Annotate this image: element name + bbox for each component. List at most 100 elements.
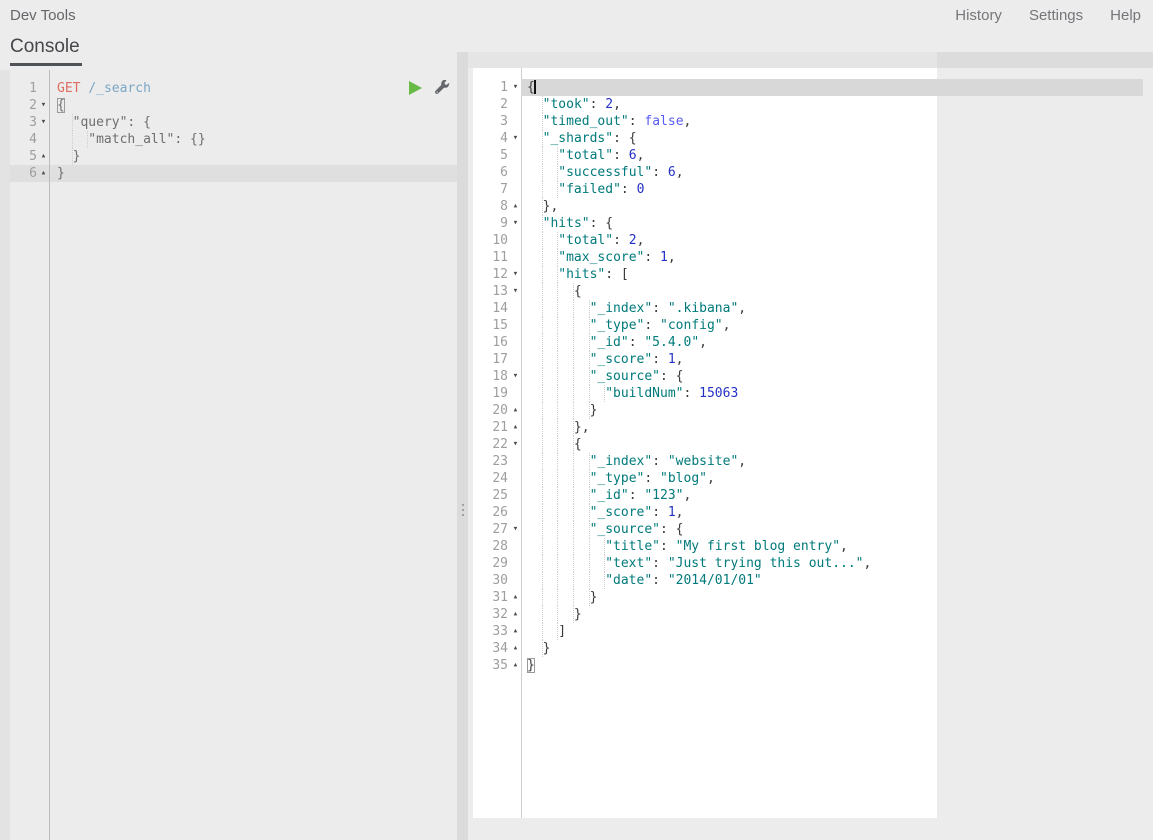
line-gutter: 14 bbox=[473, 300, 521, 317]
code-content: } bbox=[521, 402, 1143, 419]
code-token: , bbox=[699, 335, 707, 350]
line-gutter: 35▴ bbox=[473, 657, 521, 674]
indent-guide bbox=[543, 368, 559, 385]
fold-open-icon[interactable]: ▾ bbox=[38, 97, 49, 114]
indent-guide bbox=[574, 334, 590, 351]
response-header-strip-right bbox=[937, 52, 1153, 68]
code-token: , bbox=[637, 233, 645, 248]
line-gutter: 8▴ bbox=[473, 198, 521, 215]
indent-guide bbox=[574, 317, 590, 334]
send-request-button play-triangle-icon[interactable] bbox=[409, 81, 422, 95]
line-gutter: 24 bbox=[473, 470, 521, 487]
indent-guide bbox=[543, 521, 559, 538]
code-token: : bbox=[629, 335, 645, 350]
fold-open-icon[interactable]: ▾ bbox=[510, 215, 521, 232]
code-line: 32▴} bbox=[473, 606, 1143, 623]
code-content: { bbox=[49, 97, 457, 114]
line-gutter: 1▾ bbox=[473, 79, 521, 96]
code-token: "took" bbox=[543, 97, 590, 112]
code-content: "date": "2014/01/01" bbox=[521, 572, 1143, 589]
code-token: 0 bbox=[637, 182, 645, 197]
fold-close-icon[interactable]: ▴ bbox=[510, 657, 521, 674]
code-token: : { bbox=[590, 216, 613, 231]
indent-guide bbox=[574, 470, 590, 487]
code-token: "buildNum" bbox=[605, 386, 683, 401]
indent-guide bbox=[57, 114, 73, 131]
fold-open-icon[interactable]: ▾ bbox=[510, 436, 521, 453]
indent-guide bbox=[574, 504, 590, 521]
indent-guide bbox=[527, 419, 543, 436]
line-number: 34 bbox=[492, 641, 508, 656]
tab-console[interactable]: Console bbox=[10, 30, 82, 66]
fold-close-icon[interactable]: ▴ bbox=[510, 589, 521, 606]
code-line: 29"text": "Just trying this out...", bbox=[473, 555, 1143, 572]
fold-open-icon[interactable]: ▾ bbox=[510, 368, 521, 385]
code-token: "_shards" bbox=[543, 131, 613, 146]
panel-resizer[interactable] bbox=[457, 52, 468, 840]
fold-close-icon[interactable]: ▴ bbox=[510, 606, 521, 623]
fold-open-icon[interactable]: ▾ bbox=[510, 521, 521, 538]
code-token: , bbox=[864, 556, 872, 571]
line-gutter: 31▴ bbox=[473, 589, 521, 606]
request-settings-button[interactable] bbox=[435, 80, 450, 95]
indent-guide bbox=[527, 334, 543, 351]
indent-guide bbox=[527, 470, 543, 487]
line-number: 21 bbox=[492, 420, 508, 435]
code-content: "_source": { bbox=[521, 521, 1143, 538]
fold-open-icon[interactable]: ▾ bbox=[510, 130, 521, 147]
code-line: 16"_id": "5.4.0", bbox=[473, 334, 1143, 351]
code-content: "match_all": {} bbox=[49, 131, 457, 148]
indent-guide bbox=[558, 589, 574, 606]
request-editor[interactable]: 1GET /_search2▾{3▾"query": {4"match_all"… bbox=[10, 70, 457, 840]
indent-guide bbox=[574, 351, 590, 368]
code-token: "blog" bbox=[660, 471, 707, 486]
fold-open-icon[interactable]: ▾ bbox=[38, 114, 49, 131]
code-token: "5.4.0" bbox=[644, 335, 699, 350]
indent-guide bbox=[527, 351, 543, 368]
fold-close-icon[interactable]: ▴ bbox=[510, 198, 521, 215]
indent-guide bbox=[558, 504, 574, 521]
fold-open-icon[interactable]: ▾ bbox=[510, 266, 521, 283]
indent-guide bbox=[543, 436, 559, 453]
code-token: GET bbox=[57, 81, 88, 96]
fold-open-icon[interactable]: ▾ bbox=[510, 79, 521, 96]
code-line: 33▴] bbox=[473, 623, 1143, 640]
fold-close-icon[interactable]: ▴ bbox=[38, 148, 49, 165]
indent-guide bbox=[574, 385, 590, 402]
code-token: "123" bbox=[644, 488, 683, 503]
line-number: 19 bbox=[492, 386, 508, 401]
code-token: "website" bbox=[668, 454, 738, 469]
nav-link-help[interactable]: Help bbox=[1110, 7, 1141, 24]
fold-close-icon[interactable]: ▴ bbox=[510, 419, 521, 436]
code-token: "_type" bbox=[590, 318, 645, 333]
fold-close-icon[interactable]: ▴ bbox=[510, 402, 521, 419]
fold-close-icon[interactable]: ▴ bbox=[510, 623, 521, 640]
fold-close-icon[interactable]: ▴ bbox=[510, 640, 521, 657]
line-gutter: 19 bbox=[473, 385, 521, 402]
fold-close-icon[interactable]: ▴ bbox=[38, 165, 49, 182]
line-gutter: 15 bbox=[473, 317, 521, 334]
code-token: }, bbox=[574, 420, 590, 435]
line-number: 1 bbox=[29, 81, 37, 96]
nav-link-history[interactable]: History bbox=[955, 7, 1002, 24]
code-line: 2"took": 2, bbox=[473, 96, 1143, 113]
line-number: 24 bbox=[492, 471, 508, 486]
nav-link-settings[interactable]: Settings bbox=[1029, 7, 1083, 24]
code-line: 4▾"_shards": { bbox=[473, 130, 1143, 147]
code-token: } bbox=[590, 590, 598, 605]
indent-guide bbox=[57, 131, 73, 148]
code-token: } bbox=[574, 607, 582, 622]
code-line: 5▴} bbox=[10, 148, 457, 165]
line-gutter: 6▴ bbox=[10, 165, 49, 182]
indent-guide bbox=[527, 504, 543, 521]
indent-guide bbox=[574, 572, 590, 589]
line-number: 30 bbox=[492, 573, 508, 588]
code-token: "match_all": {} bbox=[88, 132, 205, 147]
code-token: : [ bbox=[605, 267, 628, 282]
code-token: "_id" bbox=[590, 335, 629, 350]
response-editor[interactable]: 1▾{2"took": 2,3"timed_out": false,4▾"_sh… bbox=[473, 79, 1143, 674]
fold-open-icon[interactable]: ▾ bbox=[510, 283, 521, 300]
indent-guide bbox=[527, 215, 543, 232]
request-toolbar bbox=[409, 80, 450, 95]
code-content: "successful": 6, bbox=[521, 164, 1143, 181]
